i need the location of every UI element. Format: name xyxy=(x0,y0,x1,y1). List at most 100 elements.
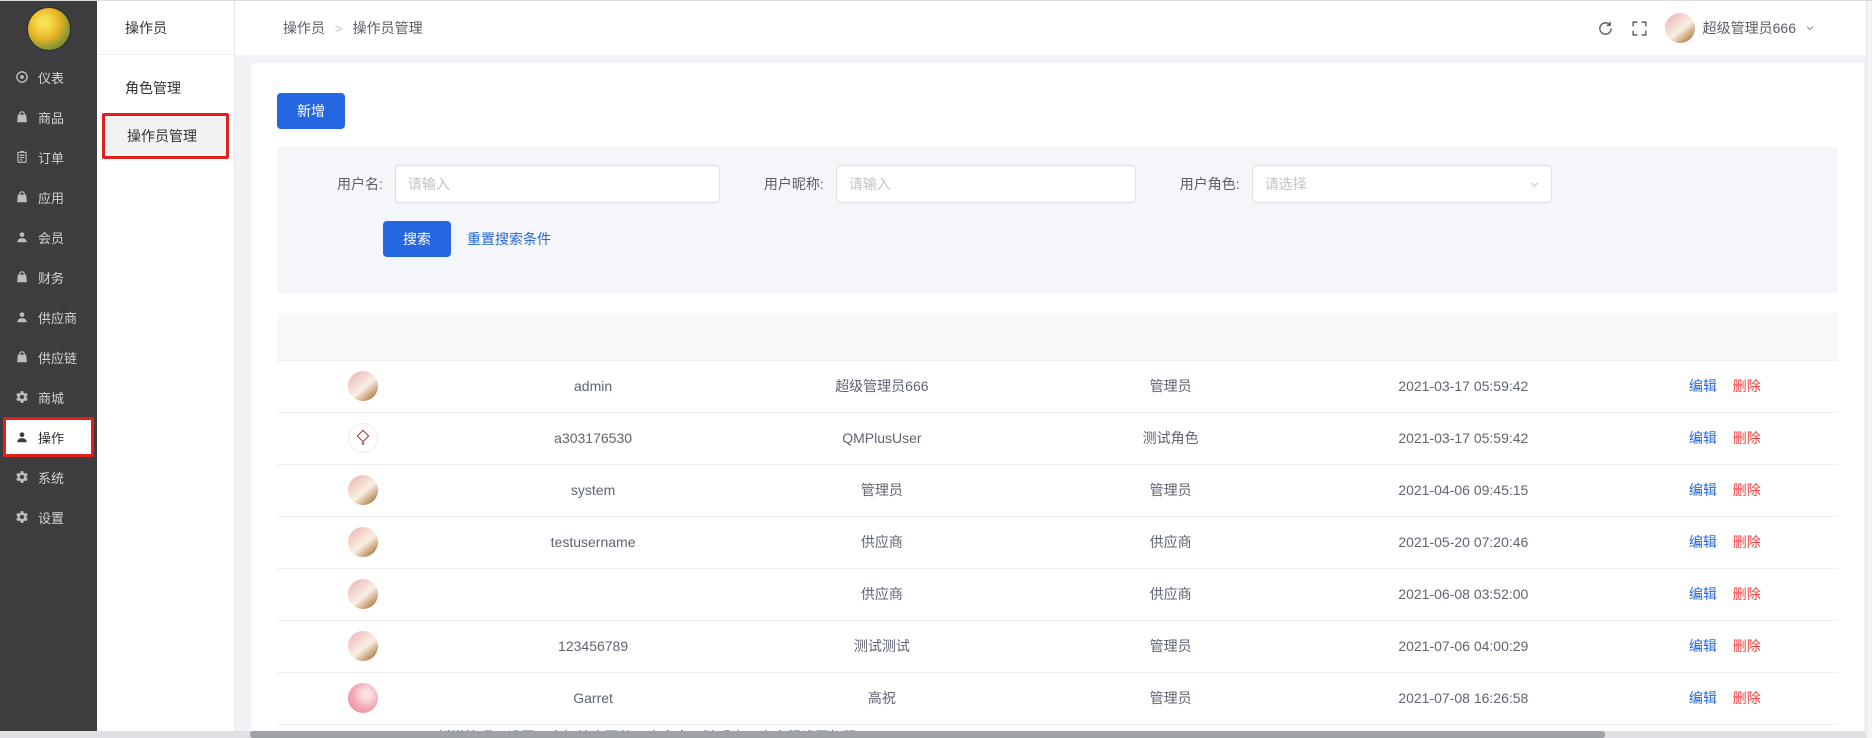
add-button[interactable]: 新增 xyxy=(277,93,345,129)
fullscreen-icon[interactable] xyxy=(1631,20,1648,37)
role-select-placeholder: 请选择 xyxy=(1265,174,1307,194)
delete-link[interactable]: 删除 xyxy=(1733,534,1761,550)
cell-role: 供应商 xyxy=(1026,516,1315,568)
qmplus-logo-avatar xyxy=(348,423,378,453)
app-root: 仪表 商品 订单 应用 会员 财务 供应商 供应链 商城 操作 系统 设置 操作… xyxy=(0,1,1872,732)
delete-link[interactable]: 删除 xyxy=(1733,482,1761,498)
username-input[interactable] xyxy=(395,165,720,203)
cell-avatar xyxy=(277,360,449,412)
edit-link[interactable]: 编辑 xyxy=(1689,430,1717,446)
edit-link[interactable]: 编辑 xyxy=(1689,586,1717,602)
sidebar-item-suppliers[interactable]: 供应商 xyxy=(0,297,97,337)
reset-search-link[interactable]: 重置搜索条件 xyxy=(467,229,551,249)
cell-role: 测试角色 xyxy=(1026,412,1315,464)
delete-link[interactable]: 删除 xyxy=(1733,638,1761,654)
submenu-item-operator-management[interactable]: 操作员管理 xyxy=(102,113,229,159)
edit-link[interactable]: 编辑 xyxy=(1689,690,1717,706)
delete-link[interactable]: 删除 xyxy=(1733,586,1761,602)
sidebar-item-settings[interactable]: 设置 xyxy=(0,497,97,537)
flamingo-avatar xyxy=(348,683,378,713)
sidebar-item-label: 应用 xyxy=(38,188,64,207)
sidebar-item-dashboard[interactable]: 仪表 xyxy=(0,57,97,97)
cell-username: Garret xyxy=(449,672,738,724)
table-row: a303176530 QMPlusUser 测试角色 2021-03-17 05… xyxy=(277,412,1838,464)
cell-role: 供应商 xyxy=(1026,568,1315,620)
search-panel: 用户名: 用户昵称: 用户角色: 请选择 xyxy=(277,147,1838,293)
table-column-header xyxy=(277,313,449,360)
user-menu[interactable]: 超级管理员666 xyxy=(1665,13,1816,43)
user-icon xyxy=(15,230,29,244)
edit-link[interactable]: 编辑 xyxy=(1689,378,1717,394)
dog-avatar xyxy=(348,527,378,557)
sidebar-item-apps[interactable]: 应用 xyxy=(0,177,97,217)
sidebar-item-label: 仪表 xyxy=(38,68,64,87)
horizontal-scrollbar-thumb[interactable] xyxy=(250,731,1605,738)
edit-link[interactable]: 编辑 xyxy=(1689,534,1717,550)
cell-avatar xyxy=(277,412,449,464)
breadcrumb-item-current: 操作员管理 xyxy=(353,18,423,38)
sidebar-item-system[interactable]: 系统 xyxy=(0,457,97,497)
horizontal-scrollbar[interactable] xyxy=(0,731,1866,738)
cell-nickname: 高祝 xyxy=(737,672,1026,724)
gear-icon xyxy=(15,390,29,404)
refresh-icon[interactable] xyxy=(1597,20,1614,37)
submenu-item-role-management[interactable]: 角色管理 xyxy=(97,63,234,113)
user-name: 超级管理员666 xyxy=(1703,18,1796,38)
table-row: 供应商 供应商 2021-06-08 03:52:00 编辑 删除 xyxy=(277,568,1838,620)
cell-created: 2021-03-17 05:59:42 xyxy=(1315,412,1612,464)
delete-link[interactable]: 删除 xyxy=(1733,378,1761,394)
cell-actions: 编辑 删除 xyxy=(1612,672,1838,724)
sidebar-item-supply-chain[interactable]: 供应链 xyxy=(0,337,97,377)
cell-username: testusername xyxy=(449,516,738,568)
main-area: 操作员 > 操作员管理 超级管理员666 新增 xyxy=(235,1,1872,732)
cell-actions: 编辑 删除 xyxy=(1612,412,1838,464)
table-row: 123456789 测试测试 管理员 2021-07-06 04:00:29 编… xyxy=(277,620,1838,672)
breadcrumb: 操作员 > 操作员管理 xyxy=(283,18,423,38)
cell-created: 2021-06-08 03:52:00 xyxy=(1315,568,1612,620)
table-row: system 管理员 管理员 2021-04-06 09:45:15 编辑 删除 xyxy=(277,464,1838,516)
topbar: 操作员 > 操作员管理 超级管理员666 xyxy=(235,1,1872,55)
users-table: admin 超级管理员666 管理员 2021-03-17 05:59:42 编… xyxy=(277,313,1838,725)
cell-created: 2021-07-08 16:26:58 xyxy=(1315,672,1612,724)
tulip-logo[interactable] xyxy=(27,7,71,51)
sidebar-item-operations[interactable]: 操作 xyxy=(3,417,94,457)
cell-nickname: QMPlusUser xyxy=(737,412,1026,464)
breadcrumb-item[interactable]: 操作员 xyxy=(283,18,325,38)
chevron-down-icon xyxy=(1804,22,1816,34)
delete-link[interactable]: 删除 xyxy=(1733,430,1761,446)
sidebar-item-finance[interactable]: 财务 xyxy=(0,257,97,297)
edit-link[interactable]: 编辑 xyxy=(1689,482,1717,498)
sidebar-item-members[interactable]: 会员 xyxy=(0,217,97,257)
vertical-scrollbar[interactable] xyxy=(1866,1,1872,738)
cell-actions: 编辑 删除 xyxy=(1612,516,1838,568)
delete-link[interactable]: 删除 xyxy=(1733,690,1761,706)
cell-username: a303176530 xyxy=(449,412,738,464)
cell-avatar xyxy=(277,620,449,672)
bag-icon xyxy=(15,190,29,204)
sidebar-item-mall[interactable]: 商城 xyxy=(0,377,97,417)
sidebar-item-label: 供应链 xyxy=(38,348,77,367)
submenu-panel: 操作员 角色管理 操作员管理 xyxy=(97,1,235,732)
edit-link[interactable]: 编辑 xyxy=(1689,638,1717,654)
bag-icon xyxy=(15,110,29,124)
cell-created: 2021-07-06 04:00:29 xyxy=(1315,620,1612,672)
search-button[interactable]: 搜索 xyxy=(383,221,451,257)
breadcrumb-separator-icon: > xyxy=(335,21,343,36)
nickname-input[interactable] xyxy=(836,165,1136,203)
gear-icon xyxy=(15,470,29,484)
role-select[interactable]: 请选择 xyxy=(1252,165,1552,203)
cell-actions: 编辑 删除 xyxy=(1612,568,1838,620)
table-column-header xyxy=(1315,313,1612,360)
order-icon xyxy=(15,150,29,164)
dog-avatar xyxy=(348,371,378,401)
cell-avatar xyxy=(277,672,449,724)
bag-icon xyxy=(15,350,29,364)
nickname-label: 用户昵称: xyxy=(764,174,824,194)
sidebar-item-goods[interactable]: 商品 xyxy=(0,97,97,137)
cell-role: 管理员 xyxy=(1026,464,1315,516)
username-field: 用户名: xyxy=(337,165,720,203)
sidebar-item-label: 供应商 xyxy=(38,308,77,327)
cell-nickname: 供应商 xyxy=(737,568,1026,620)
search-actions-row: 搜索 重置搜索条件 xyxy=(337,221,1814,257)
sidebar-item-orders[interactable]: 订单 xyxy=(0,137,97,177)
